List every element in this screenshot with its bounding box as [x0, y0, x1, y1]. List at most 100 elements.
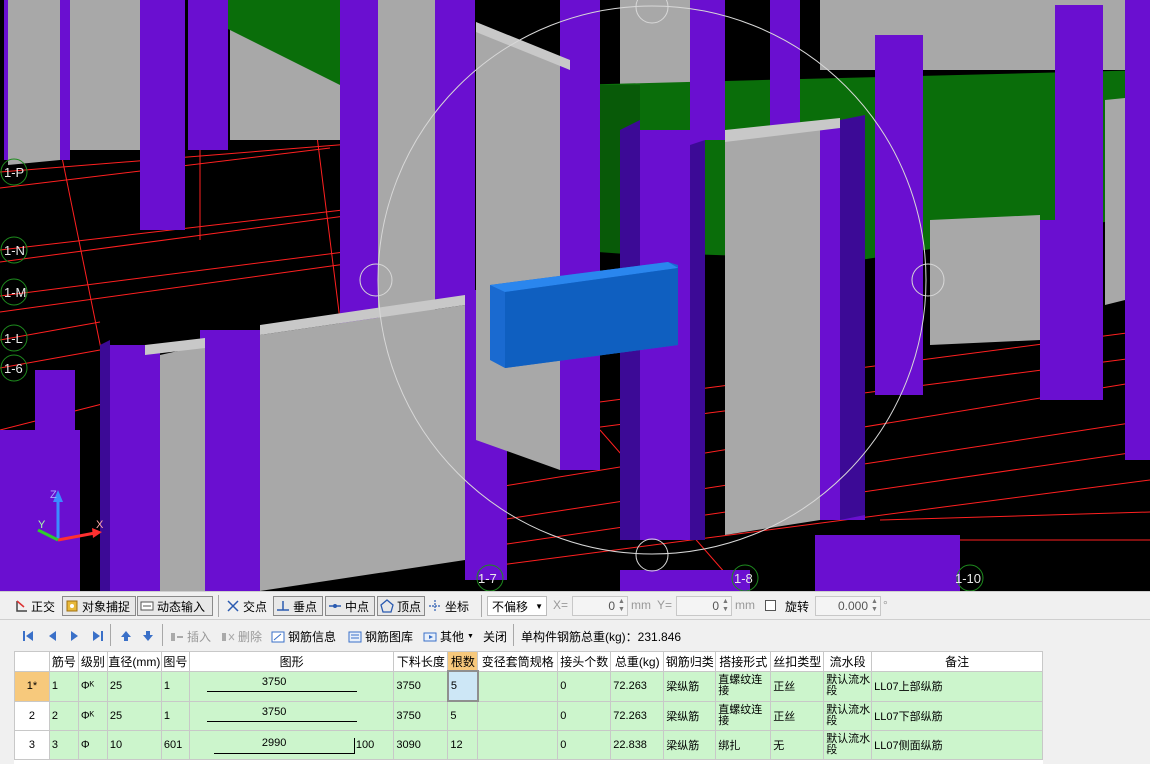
rebar-library-button[interactable]: 钢筋图库 [348, 628, 413, 645]
cut-length-cell[interactable]: 3090 [393, 730, 449, 760]
grade-cell[interactable]: Φᴷ [77, 700, 108, 731]
grade-cell[interactable]: Φᴷ [77, 670, 108, 702]
row-number[interactable]: 3 [14, 730, 50, 760]
rotate-checkbox[interactable] [765, 600, 776, 611]
thread-cell[interactable]: 正丝 [770, 700, 825, 731]
grade-cell[interactable]: Φ [77, 730, 108, 760]
shape-cell[interactable]: 2990 100 [188, 730, 395, 760]
col-header[interactable]: 总重(kg) [610, 651, 665, 672]
col-header[interactable]: 接头个数 [557, 651, 612, 672]
col-header[interactable]: 变径套筒规格 [477, 651, 559, 672]
object-snap-button[interactable]: 对象捕捉 [62, 596, 136, 616]
vertex-snap-button[interactable]: 顶点 [377, 596, 425, 616]
shape-cell[interactable]: 3750 [188, 670, 395, 702]
weight-cell[interactable]: 22.838 [610, 730, 665, 760]
remark-cell[interactable]: LL07下部纵筋 [871, 700, 1043, 731]
diameter-cell[interactable]: 25 [106, 670, 162, 702]
bar-no-cell[interactable]: 2 [48, 700, 79, 731]
segment-cell[interactable]: 默认流水段 [823, 730, 873, 760]
perpendicular-snap-button[interactable]: 垂点 [273, 596, 323, 616]
3d-scene[interactable]: 1-P 1-N 1-M 1-L 1-6 1-7 1-8 1-10 Z Y X [0, 0, 1150, 591]
bar-no-cell[interactable]: 1 [48, 670, 79, 702]
segment-cell[interactable]: 默认流水段 [823, 670, 873, 702]
diameter-cell[interactable]: 25 [106, 700, 162, 731]
col-header[interactable]: 级别 [77, 651, 108, 672]
row-number[interactable]: 1* [14, 670, 50, 702]
last-record-icon[interactable] [92, 630, 104, 642]
weight-cell[interactable]: 72.263 [610, 700, 665, 731]
col-header[interactable]: 钢筋归类 [663, 651, 717, 672]
rebar-info-icon [271, 631, 285, 642]
cut-length-cell[interactable]: 3750 [393, 700, 449, 731]
next-record-icon[interactable] [68, 630, 80, 642]
thread-cell[interactable]: 正丝 [770, 670, 825, 702]
col-header[interactable]: 备注 [871, 651, 1043, 672]
shape-cell[interactable]: 3750 [188, 700, 395, 731]
sleeve-cell[interactable] [477, 700, 559, 731]
fig-no-cell[interactable]: 1 [160, 700, 190, 731]
col-header[interactable]: 下料长度 [393, 651, 449, 672]
move-up-icon[interactable] [120, 630, 132, 642]
joints-cell[interactable]: 0 [557, 700, 612, 731]
col-header[interactable]: 流水段 [823, 651, 873, 672]
splice-cell[interactable]: 直螺纹连接 [715, 700, 772, 731]
first-record-icon[interactable] [22, 630, 34, 642]
fig-no-cell[interactable]: 1 [160, 670, 190, 702]
weight-cell[interactable]: 72.263 [610, 670, 665, 702]
col-header[interactable]: 筋号 [48, 651, 79, 672]
sleeve-cell[interactable] [477, 730, 559, 760]
y-input[interactable]: 0 ▲ ▼ [676, 596, 732, 616]
sleeve-cell[interactable] [477, 670, 559, 702]
3d-viewport[interactable]: 1-P 1-N 1-M 1-L 1-6 1-7 1-8 1-10 Z Y X [0, 0, 1150, 591]
rebar-info-button[interactable]: 钢筋信息 [271, 628, 336, 645]
table-row[interactable]: 2 2 Φᴷ 25 1 3750 3750 5 0 72.263 梁纵筋 直螺纹… [14, 700, 1043, 731]
intersection-label: 交点 [243, 599, 268, 614]
snap-toolbar: 正交 对象捕捉 动态输入 交点 垂点 中点 顶点 坐标 不偏移 ▼ X= 0 ▲… [0, 591, 1150, 620]
table-row[interactable]: 1* 1 Φᴷ 25 1 3750 3750 5 0 72.263 梁纵筋 直螺… [14, 670, 1043, 702]
table-row[interactable]: 3 3 Φ 10 601 2990 100 3090 12 0 22.838 梁… [14, 730, 1043, 760]
category-cell[interactable]: 梁纵筋 [663, 730, 717, 760]
spinner-icon[interactable]: ▲ ▼ [870, 598, 879, 614]
midpoint-snap-button[interactable]: 中点 [325, 596, 375, 616]
row-number[interactable]: 2 [14, 700, 50, 731]
remark-cell[interactable]: LL07上部纵筋 [871, 670, 1043, 702]
joints-cell[interactable]: 0 [557, 670, 612, 702]
delete-button[interactable]: 删除 [221, 628, 262, 645]
fig-no-cell[interactable]: 601 [160, 730, 190, 760]
thread-cell[interactable]: 无 [770, 730, 825, 760]
count-cell[interactable]: 5 [446, 670, 479, 702]
category-cell[interactable]: 梁纵筋 [663, 670, 717, 702]
x-input[interactable]: 0 ▲ ▼ [572, 596, 628, 616]
intersection-snap-button[interactable]: 交点 [224, 596, 269, 616]
offset-select[interactable]: 不偏移 ▼ [487, 596, 547, 616]
col-header[interactable]: 直径(mm) [106, 651, 162, 672]
rotate-unit: ° [883, 598, 888, 612]
col-header[interactable]: 搭接形式 [715, 651, 772, 672]
splice-cell[interactable]: 直螺纹连接 [715, 670, 772, 702]
col-header[interactable]: 根数 [447, 651, 479, 672]
joints-cell[interactable]: 0 [557, 730, 612, 760]
count-cell[interactable]: 12 [447, 730, 479, 760]
spinner-icon[interactable]: ▲ ▼ [721, 598, 730, 614]
col-header[interactable]: 丝扣类型 [770, 651, 825, 672]
col-header[interactable]: 图号 [160, 651, 190, 672]
remark-cell[interactable]: LL07侧面纵筋 [871, 730, 1043, 760]
insert-button[interactable]: 插入 [170, 628, 211, 645]
ortho-button[interactable]: 正交 [12, 596, 57, 616]
spinner-icon[interactable]: ▲ ▼ [617, 598, 626, 614]
segment-cell[interactable]: 默认流水段 [823, 700, 873, 731]
category-cell[interactable]: 梁纵筋 [663, 700, 717, 731]
close-button[interactable]: 关闭 [483, 628, 507, 645]
dynamic-input-button[interactable]: 动态输入 [137, 596, 213, 616]
cut-length-cell[interactable]: 3750 [393, 670, 449, 702]
rotate-input[interactable]: 0.000 ▲ ▼ [815, 596, 881, 616]
splice-cell[interactable]: 绑扎 [715, 730, 772, 760]
previous-record-icon[interactable] [46, 630, 58, 642]
col-header[interactable]: 图形 [188, 651, 395, 672]
diameter-cell[interactable]: 10 [106, 730, 162, 760]
other-menu-button[interactable]: 其他 ▼ [423, 628, 474, 645]
move-down-icon[interactable] [142, 630, 154, 642]
count-cell[interactable]: 5 [447, 700, 479, 731]
coordinate-snap-button[interactable]: 坐标 [426, 596, 471, 616]
bar-no-cell[interactable]: 3 [48, 730, 79, 760]
